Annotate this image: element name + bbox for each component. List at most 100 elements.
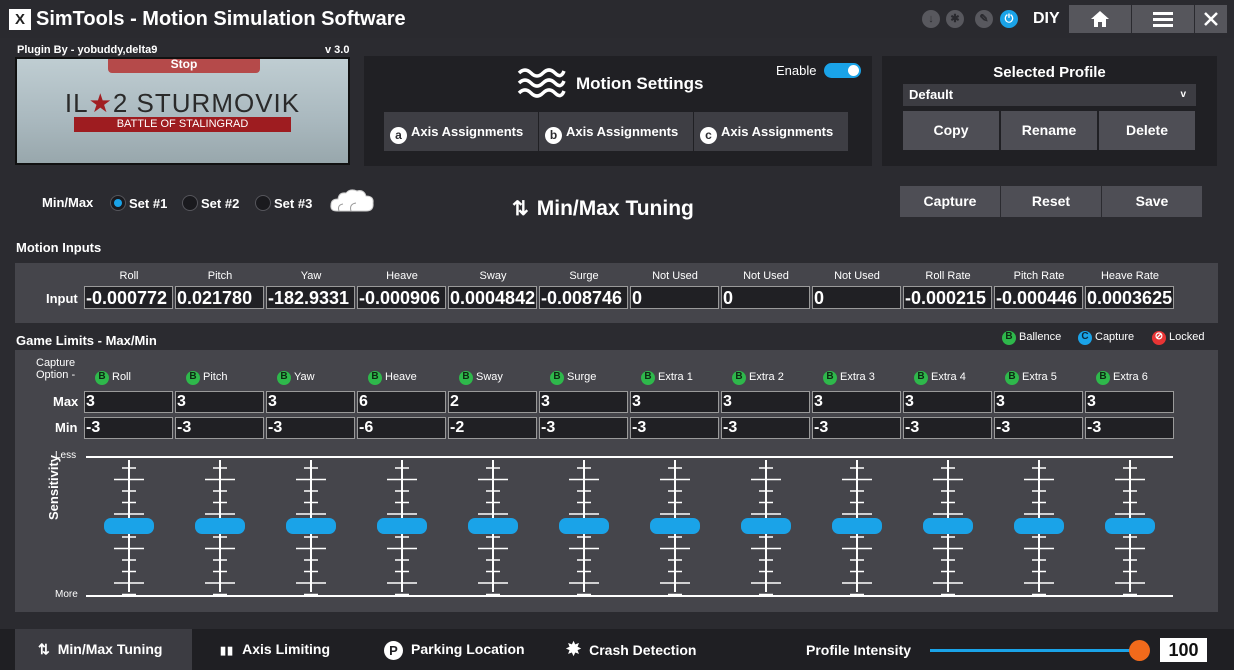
tab-minmax-tuning[interactable]: ⇅ Min/Max Tuning [15,629,192,670]
rename-button[interactable]: Rename [1001,111,1097,150]
limit-column-header[interactable]: B Pitch [186,371,227,385]
profile-dropdown-value: Default [909,87,954,102]
tab-label: Parking Location [411,641,525,657]
axis-assignments-a-button[interactable]: a Axis Assignments [384,112,538,151]
max-value-field[interactable]: 3 [175,391,264,413]
max-value-field[interactable]: 2 [448,391,537,413]
axis-button-label: Axis Assignments [566,124,679,139]
limit-column-header[interactable]: B Extra 4 [914,371,966,385]
limit-column-label: Extra 5 [1022,371,1057,383]
profile-intensity-track[interactable] [930,649,1140,652]
min-value-field[interactable]: -3 [630,417,719,439]
close-button[interactable] [1195,5,1227,33]
limit-column-header[interactable]: B Extra 5 [1005,371,1057,385]
letter-b-icon: b [545,127,562,144]
max-value-field[interactable]: 3 [812,391,901,413]
power-icon[interactable]: ⏻ [1000,10,1018,28]
enable-toggle[interactable] [824,63,861,78]
max-value-field[interactable]: 3 [84,391,173,413]
balance-icon[interactable]: B [277,371,291,385]
cloud-icon[interactable] [329,188,375,216]
limit-column-header[interactable]: B Yaw [277,371,315,385]
max-value-field[interactable]: 3 [539,391,628,413]
game-limits-title: Game Limits - Max/Min [16,333,157,348]
min-value-field[interactable]: -3 [84,417,173,439]
minmax-tuning-title-text: Min/Max Tuning [536,197,694,220]
menu-button[interactable] [1132,5,1194,33]
legend-locked: ⊘ Locked [1152,331,1204,345]
limit-column-header[interactable]: B Extra 2 [732,371,784,385]
min-value-field[interactable]: -3 [721,417,810,439]
home-button[interactable] [1069,5,1131,33]
axis-bars-icon: ▮▮ [220,645,235,657]
set-3-label[interactable]: Set #3 [274,196,312,211]
input-value-field: -182.9331 [266,286,355,309]
delete-button[interactable]: Delete [1099,111,1195,150]
min-value-field[interactable]: -2 [448,417,537,439]
balance-icon[interactable]: B [1096,371,1110,385]
balance-icon[interactable]: B [1005,371,1019,385]
set-2-radio[interactable] [182,195,198,211]
tab-parking-location[interactable]: P Parking Location [384,629,525,670]
limit-column-label: Surge [567,371,597,383]
game-name-left: IL [64,88,89,118]
reset-button[interactable]: Reset [1001,186,1101,217]
max-value-field[interactable]: 3 [721,391,810,413]
balance-icon[interactable]: B [823,371,837,385]
min-value-field[interactable]: -3 [903,417,992,439]
max-value-field[interactable]: 3 [630,391,719,413]
balance-icon[interactable]: B [368,371,382,385]
limit-column-header[interactable]: B Extra 3 [823,371,875,385]
limit-column-header[interactable]: B Extra 1 [641,371,693,385]
balance-icon[interactable]: B [186,371,200,385]
balance-icon[interactable]: B [550,371,564,385]
edit-icon[interactable]: ✎ [975,10,993,28]
axis-assignments-c-button[interactable]: c Axis Assignments [694,112,848,151]
set-1-label[interactable]: Set #1 [129,196,167,211]
min-value-field[interactable]: -3 [266,417,355,439]
set-2-label[interactable]: Set #2 [201,196,239,211]
min-value-field[interactable]: -3 [1085,417,1174,439]
input-column-header: Sway [479,270,507,282]
profile-dropdown[interactable]: Default v [903,84,1196,106]
axis-assignments-b-button[interactable]: b Axis Assignments [539,112,693,151]
balance-icon[interactable]: B [914,371,928,385]
balance-icon: B [1002,331,1016,345]
balance-icon[interactable]: B [459,371,473,385]
min-value-field[interactable]: -3 [812,417,901,439]
limit-column-header[interactable]: B Sway [459,371,503,385]
tab-axis-limiting[interactable]: ▮▮ Axis Limiting [200,629,330,670]
limit-column-header[interactable]: B Heave [368,371,417,385]
set-1-radio[interactable] [110,195,126,211]
min-value-field[interactable]: -3 [539,417,628,439]
input-value-field: -0.000906 [357,286,446,309]
min-value-field[interactable]: -6 [357,417,446,439]
max-value-field[interactable]: 3 [994,391,1083,413]
min-value-field[interactable]: -3 [994,417,1083,439]
diy-label[interactable]: DIY [1033,10,1060,28]
capture-button[interactable]: Capture [900,186,1000,217]
limit-column-header[interactable]: B Extra 6 [1096,371,1148,385]
max-value-field[interactable]: 3 [903,391,992,413]
limit-column-label: Yaw [294,371,315,383]
balance-icon[interactable]: B [95,371,109,385]
crash-icon: ✸ [566,639,582,659]
settings-cog-icon[interactable]: ✱ [946,10,964,28]
limit-column-header[interactable]: B Roll [95,371,131,385]
profile-intensity-value[interactable]: 100 [1160,638,1207,662]
min-value-field[interactable]: -3 [175,417,264,439]
limit-column-header[interactable]: B Surge [550,371,596,385]
limit-column-label: Pitch [203,371,228,383]
save-button[interactable]: Save [1102,186,1202,217]
stop-button[interactable]: Stop [108,59,260,73]
copy-button[interactable]: Copy [903,111,999,150]
max-value-field[interactable]: 3 [266,391,355,413]
balance-icon[interactable]: B [732,371,746,385]
download-icon[interactable]: ↓ [922,10,940,28]
profile-intensity-thumb[interactable] [1129,640,1150,661]
max-value-field[interactable]: 6 [357,391,446,413]
balance-icon[interactable]: B [641,371,655,385]
max-value-field[interactable]: 3 [1085,391,1174,413]
tab-crash-detection[interactable]: ✸ Crash Detection [566,629,696,670]
set-3-radio[interactable] [255,195,271,211]
